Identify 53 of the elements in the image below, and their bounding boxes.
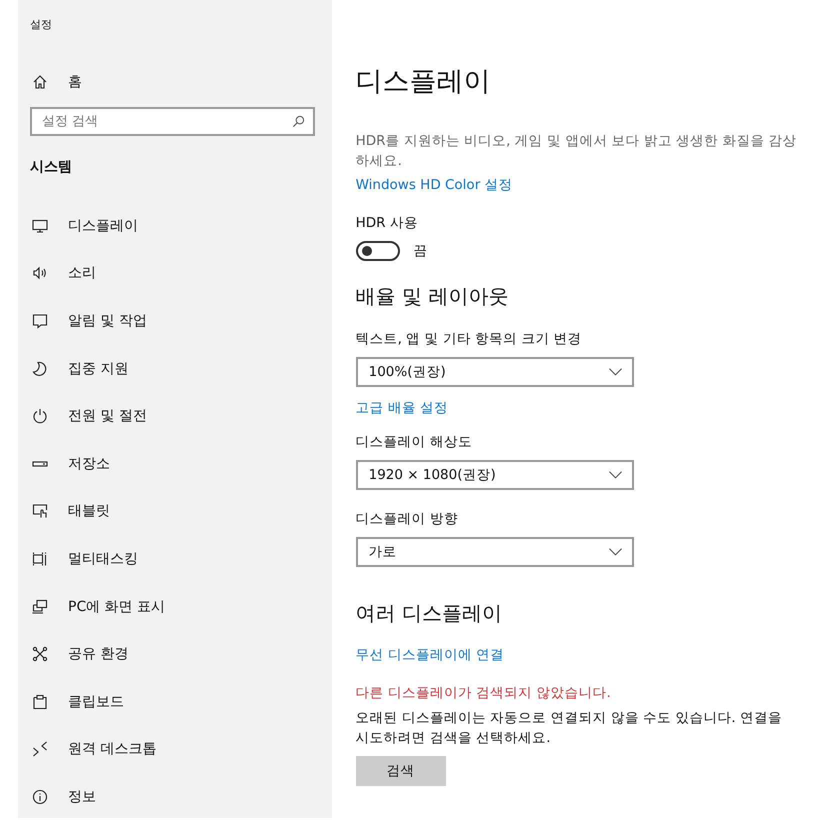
sidebar-item[interactable]: 집중 지원: [18, 344, 332, 392]
info-icon: [32, 788, 48, 805]
section-heading: 여러 디스플레이: [356, 600, 503, 627]
advanced-scaling-link[interactable]: 고급 배율 설정: [356, 399, 448, 417]
sidebar-item[interactable]: PC에 화면 표시: [18, 582, 332, 630]
clipboard-icon: [32, 694, 48, 710]
note-text: 오래된 디스플레이는 자동으로 연결되지 않을 수도 있습니다. 연결을 시도하려면 검색을 선택하세요.: [356, 709, 783, 748]
chevron-icon: [608, 368, 622, 376]
remote-icon: [32, 741, 48, 758]
dropdown[interactable]: 가로: [356, 537, 634, 567]
wireless-display-link[interactable]: 무선 디스플레이에 연결: [356, 646, 504, 664]
sidebar-item[interactable]: 클립보드: [18, 678, 332, 726]
toggle-state: 끔: [414, 242, 428, 260]
field-label: 텍스트, 앱 및 기타 항목의 크기 변경: [356, 330, 583, 348]
section-heading: 배율 및 레이아웃: [356, 283, 510, 310]
message-icon: [32, 312, 48, 329]
multitask-icon: [32, 550, 48, 567]
moon-icon: [32, 360, 48, 377]
project-icon: [32, 598, 48, 615]
toggle-label: HDR 사용: [356, 214, 419, 232]
sidebar-item[interactable]: 디스플레이: [18, 202, 332, 250]
field-label: 디스플레이 해상도: [356, 433, 473, 451]
sidebar-item[interactable]: 멀티태스킹: [18, 535, 332, 583]
home-link[interactable]: 홈: [18, 67, 332, 97]
description-text: HDR를 지원하는 비디오, 게임 및 앱에서 보다 밝고 생생한 화질을 감상하세요.: [356, 132, 798, 171]
sidebar-item[interactable]: 전원 및 절전: [18, 392, 332, 440]
sidebar-item[interactable]: 공유 환경: [18, 630, 332, 678]
sidebar-item[interactable]: 알림 및 작업: [18, 297, 332, 345]
sidebar-item[interactable]: 태블릿: [18, 488, 332, 536]
sidebar-item[interactable]: 원격 데스크톱: [18, 726, 332, 774]
sidebar-item[interactable]: 저장소: [18, 440, 332, 488]
home-icon: [32, 74, 48, 90]
page-title: 디스플레이: [356, 65, 492, 99]
monitor-icon: [32, 218, 48, 234]
speaker-icon: [32, 265, 48, 282]
tablet-icon: [32, 503, 48, 520]
chevron-icon: [608, 548, 622, 556]
search-field[interactable]: 설정 검색: [30, 107, 315, 136]
dropdown[interactable]: 100%(권장): [356, 357, 634, 387]
detect-button[interactable]: 검색: [356, 756, 446, 786]
chevron-icon: [608, 471, 622, 479]
hd-color-link[interactable]: Windows HD Color 설정: [356, 176, 513, 194]
search-icon: [292, 115, 305, 128]
window-title: 설정: [30, 17, 53, 33]
section-heading: 시스템: [30, 158, 73, 177]
error-message: 다른 디스플레이가 검색되지 않았습니다.: [356, 684, 612, 702]
dropdown[interactable]: 1920 × 1080(권장): [356, 460, 634, 490]
power-icon: [32, 408, 48, 424]
sidebar-item[interactable]: 정보: [18, 773, 332, 821]
hdr-toggle[interactable]: [356, 241, 400, 261]
field-label: 디스플레이 방향: [356, 510, 459, 528]
sidebar-item[interactable]: 소리: [18, 250, 332, 298]
share-icon: [32, 646, 48, 662]
